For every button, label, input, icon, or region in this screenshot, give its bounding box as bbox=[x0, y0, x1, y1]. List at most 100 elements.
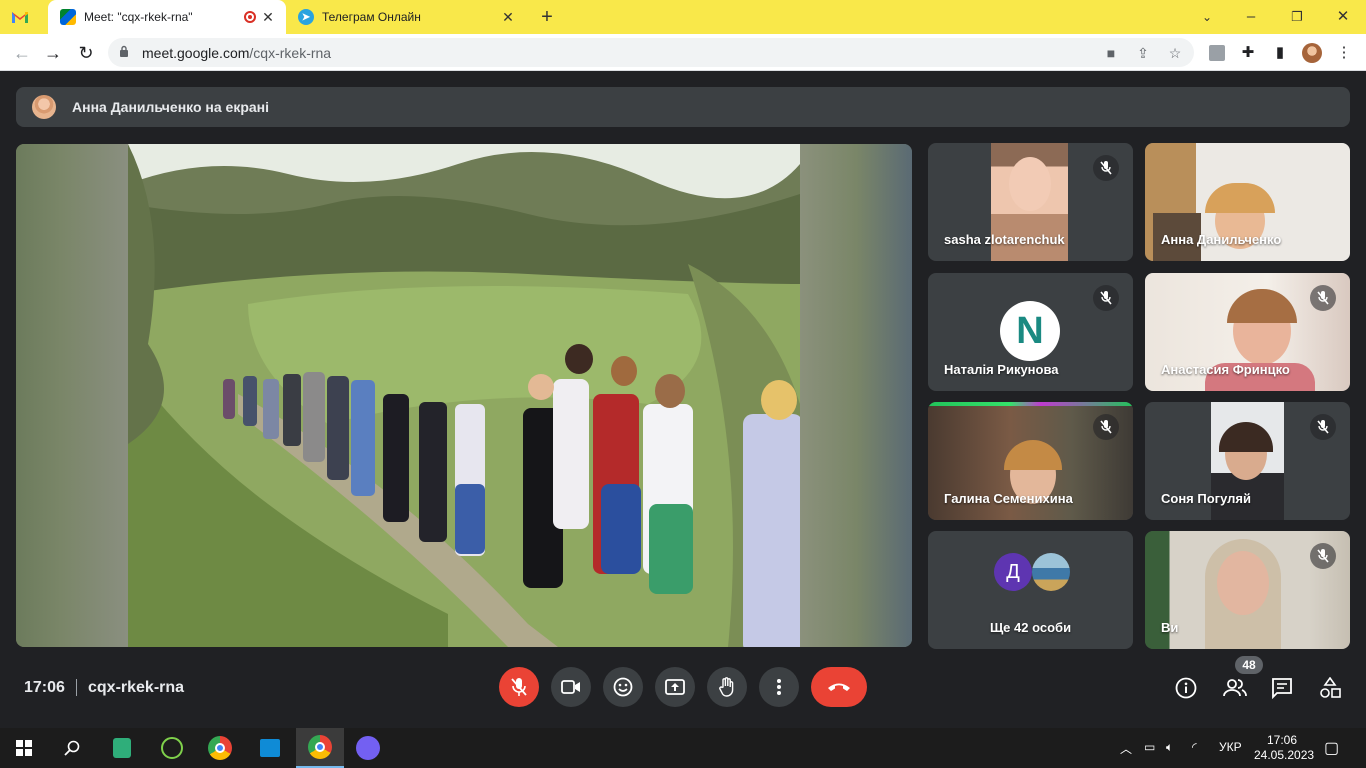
blurred-left-edge bbox=[16, 144, 128, 647]
video-camera-icon bbox=[561, 680, 580, 694]
window-close-button[interactable]: ✕ bbox=[1332, 6, 1354, 28]
present-screen-button[interactable] bbox=[655, 667, 695, 707]
app-store-icon[interactable] bbox=[246, 728, 294, 768]
tab-meet[interactable]: Meet: "cqx-rkek-rna" ✕ bbox=[48, 0, 286, 34]
activities-button[interactable] bbox=[1318, 676, 1342, 700]
menu-kebab-icon[interactable]: ⋮ bbox=[1334, 43, 1354, 63]
chat-button[interactable] bbox=[1270, 676, 1294, 700]
viber-icon[interactable] bbox=[344, 728, 392, 768]
participant-avatar bbox=[1032, 553, 1070, 591]
input-language[interactable]: УКР bbox=[1219, 740, 1242, 754]
minimize-button[interactable]: – bbox=[1240, 6, 1262, 28]
presenter-avatar bbox=[32, 95, 56, 119]
chrome-icon[interactable] bbox=[196, 728, 244, 768]
more-vert-icon bbox=[777, 679, 781, 695]
students-group bbox=[223, 334, 800, 647]
people-button[interactable] bbox=[1222, 676, 1248, 700]
microphone-toggle-button[interactable] bbox=[499, 667, 539, 707]
tab-search-chevron-icon[interactable]: ⌄ bbox=[1196, 6, 1218, 28]
share-icon[interactable]: ⇪ bbox=[1134, 44, 1152, 62]
participant-tile[interactable]: sasha zlotarenchuk bbox=[928, 143, 1133, 261]
reload-button[interactable]: ↻ bbox=[74, 41, 98, 65]
gmail-icon bbox=[12, 12, 28, 23]
blurred-right-edge bbox=[800, 144, 912, 647]
presenting-banner: Анна Данильченко на екрані bbox=[16, 87, 1350, 127]
muted-mic-icon bbox=[1093, 285, 1119, 311]
participant-name: Ще 42 особи bbox=[989, 620, 1072, 635]
telegram-icon: ➤ bbox=[298, 9, 314, 25]
more-options-button[interactable] bbox=[759, 667, 799, 707]
reactions-button[interactable] bbox=[603, 667, 643, 707]
self-view-tile[interactable]: Ви bbox=[1145, 531, 1350, 649]
back-button[interactable]: ← bbox=[10, 41, 34, 65]
participant-tile[interactable]: Галина Семенихина bbox=[928, 402, 1133, 520]
participant-avatar: N bbox=[1000, 301, 1060, 361]
extensions-puzzle-icon[interactable]: ✚ bbox=[1238, 43, 1258, 63]
app-feather-icon[interactable] bbox=[148, 728, 196, 768]
chat-icon bbox=[1272, 678, 1292, 699]
participant-name: Наталія Рикунова bbox=[944, 362, 1059, 377]
tab-telegram[interactable]: ➤ Телеграм Онлайн ✕ bbox=[288, 0, 526, 34]
restore-button[interactable]: ❐ bbox=[1286, 6, 1308, 28]
search-icon bbox=[64, 740, 80, 756]
recording-indicator-icon bbox=[244, 11, 256, 23]
tab-telegram-label: Телеграм Онлайн bbox=[322, 10, 421, 24]
windows-logo-icon bbox=[16, 740, 32, 756]
bookmark-star-icon[interactable]: ☆ bbox=[1166, 44, 1184, 62]
show-hidden-icons[interactable]: ︿ bbox=[1120, 740, 1132, 757]
mic-off-icon bbox=[511, 678, 527, 696]
battery-icon[interactable]: ▭ bbox=[1144, 740, 1155, 754]
side-panel-icon[interactable]: ▮ bbox=[1270, 43, 1290, 63]
extension-screencast-icon[interactable] bbox=[1207, 43, 1227, 63]
participant-count-badge: 48 bbox=[1235, 656, 1263, 674]
close-tab-icon[interactable]: ✕ bbox=[260, 9, 276, 25]
profile-avatar[interactable] bbox=[1302, 43, 1322, 63]
chrome-profile-icon bbox=[308, 735, 332, 759]
info-icon bbox=[1175, 677, 1197, 699]
wifi-icon[interactable]: ◜ bbox=[1192, 740, 1197, 754]
shared-screen-stage[interactable] bbox=[16, 144, 912, 647]
new-tab-button[interactable]: + bbox=[536, 6, 558, 28]
more-participants-tile[interactable]: Д Ще 42 особи bbox=[928, 531, 1133, 649]
muted-mic-icon bbox=[1310, 414, 1336, 440]
emoji-icon bbox=[613, 677, 633, 697]
divider bbox=[76, 679, 77, 696]
meeting-details-button[interactable] bbox=[1174, 676, 1198, 700]
raise-hand-button[interactable] bbox=[707, 667, 747, 707]
chrome-active-window[interactable] bbox=[296, 728, 344, 768]
gmail-pinned-tab[interactable] bbox=[12, 0, 46, 34]
participant-avatar: Д bbox=[994, 553, 1032, 591]
hand-icon bbox=[719, 677, 734, 697]
participant-tile[interactable]: Анастасия Фринцко bbox=[1145, 273, 1350, 391]
participant-name: Анастасия Фринцко bbox=[1161, 362, 1290, 377]
taskbar-clock[interactable]: 17:06 24.05.2023 bbox=[1254, 733, 1315, 763]
app-download-icon[interactable] bbox=[98, 728, 146, 768]
lock-icon bbox=[120, 45, 128, 57]
meeting-clock: 17:06 bbox=[24, 679, 65, 696]
browser-toolbar: ← → ↻ meet.google.com/cqx-rkek-rna ■ ⇪ ☆… bbox=[0, 34, 1366, 71]
camera-toggle-button[interactable] bbox=[551, 667, 591, 707]
participant-tile[interactable]: N Наталія Рикунова bbox=[928, 273, 1133, 391]
notifications-icon[interactable]: ▢ bbox=[1324, 738, 1339, 758]
camera-icon[interactable]: ■ bbox=[1102, 44, 1120, 62]
tab-meet-label: Meet: "cqx-rkek-rna" bbox=[84, 10, 193, 24]
muted-mic-icon bbox=[1310, 285, 1336, 311]
forward-button[interactable]: → bbox=[41, 41, 65, 65]
clock-time: 17:06 bbox=[1266, 733, 1298, 747]
muted-mic-icon bbox=[1310, 543, 1336, 569]
meet-icon bbox=[60, 9, 76, 25]
address-bar[interactable]: meet.google.com/cqx-rkek-rna ■ ⇪ ☆ bbox=[108, 38, 1194, 67]
close-tab-icon[interactable]: ✕ bbox=[500, 9, 516, 25]
search-button[interactable] bbox=[48, 728, 96, 768]
participant-tile[interactable]: Анна Данильченко bbox=[1145, 143, 1350, 261]
start-button[interactable] bbox=[0, 728, 48, 768]
leave-call-button[interactable] bbox=[811, 667, 867, 707]
meeting-code: cqx-rkek-rna bbox=[88, 679, 185, 696]
participant-tile[interactable]: Соня Погуляй bbox=[1145, 402, 1350, 520]
activities-shapes-icon bbox=[1320, 677, 1341, 698]
shared-photo bbox=[128, 144, 800, 647]
participant-name: Соня Погуляй bbox=[1161, 491, 1251, 506]
participant-name: Галина Семенихина bbox=[944, 491, 1073, 506]
volume-icon[interactable]: 🔈︎ bbox=[1166, 740, 1173, 755]
clock-date: 24.05.2023 bbox=[1254, 748, 1315, 762]
